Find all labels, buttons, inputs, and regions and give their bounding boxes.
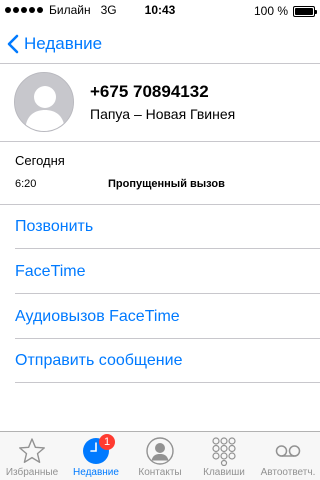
call-time: 6:20 bbox=[15, 178, 37, 190]
contact-phone-number: +675 70894132 bbox=[90, 82, 209, 101]
voicemail-icon bbox=[275, 445, 301, 457]
send-message-button[interactable]: Отправить сообщение bbox=[15, 339, 320, 383]
battery-percent: 100 % bbox=[253, 4, 288, 18]
tab-voicemail-label: Автоответч. bbox=[260, 467, 316, 478]
network-type: 3G bbox=[100, 3, 117, 17]
tab-favorites[interactable]: Избранные bbox=[0, 432, 64, 480]
navigation-bar: Недавние bbox=[0, 24, 320, 64]
signal-strength-icon bbox=[5, 7, 43, 13]
battery-indicator: 100 % bbox=[253, 4, 317, 18]
star-icon bbox=[19, 438, 45, 463]
call-button[interactable]: Позвонить bbox=[15, 205, 320, 249]
screen: Билайн 3G 10:43 100 % Недавние +675 7089… bbox=[0, 0, 320, 480]
contacts-icon bbox=[146, 437, 174, 465]
contact-location: Папуа – Новая Гвинея bbox=[90, 106, 236, 122]
send-message-button-label: Отправить сообщение bbox=[15, 351, 183, 369]
facetime-button[interactable]: FaceTime bbox=[15, 250, 320, 294]
status-bar: Билайн 3G 10:43 100 % bbox=[0, 0, 320, 20]
call-status: Пропущенный вызов bbox=[108, 178, 225, 190]
tab-contacts-label: Контакты bbox=[138, 467, 182, 478]
tab-contacts[interactable]: Контакты bbox=[128, 432, 192, 480]
call-button-label: Позвонить bbox=[15, 217, 94, 235]
tab-recents[interactable]: 1 Недавние bbox=[64, 432, 128, 480]
battery-icon bbox=[293, 5, 317, 17]
tab-recents-label: Недавние bbox=[73, 467, 119, 478]
carrier-name: Билайн bbox=[49, 3, 91, 17]
avatar[interactable] bbox=[14, 72, 74, 132]
facetime-audio-button[interactable]: Аудиовызов FaceTime bbox=[15, 295, 320, 339]
tab-bar: Избранные 1 Недавние Контакты Клавиши Ав… bbox=[0, 431, 320, 480]
divider bbox=[0, 141, 320, 142]
battery-fill bbox=[295, 7, 313, 15]
recents-badge: 1 bbox=[99, 434, 115, 450]
call-date: Сегодня bbox=[15, 153, 65, 168]
tab-favorites-label: Избранные bbox=[5, 467, 59, 478]
tab-voicemail[interactable]: Автоответч. bbox=[256, 432, 320, 480]
tab-keypad-label: Клавиши bbox=[203, 467, 245, 478]
contact-header: +675 70894132 Папуа – Новая Гвинея bbox=[0, 72, 320, 132]
back-button[interactable]: Недавние bbox=[6, 34, 102, 54]
chevron-left-icon bbox=[7, 34, 19, 53]
person-silhouette-icon bbox=[15, 73, 73, 131]
tab-keypad[interactable]: Клавиши bbox=[192, 432, 256, 480]
keypad-icon bbox=[212, 437, 236, 466]
facetime-button-label: FaceTime bbox=[15, 262, 86, 280]
back-button-label: Недавние bbox=[24, 33, 103, 53]
facetime-audio-button-label: Аудиовызов FaceTime bbox=[15, 307, 180, 325]
